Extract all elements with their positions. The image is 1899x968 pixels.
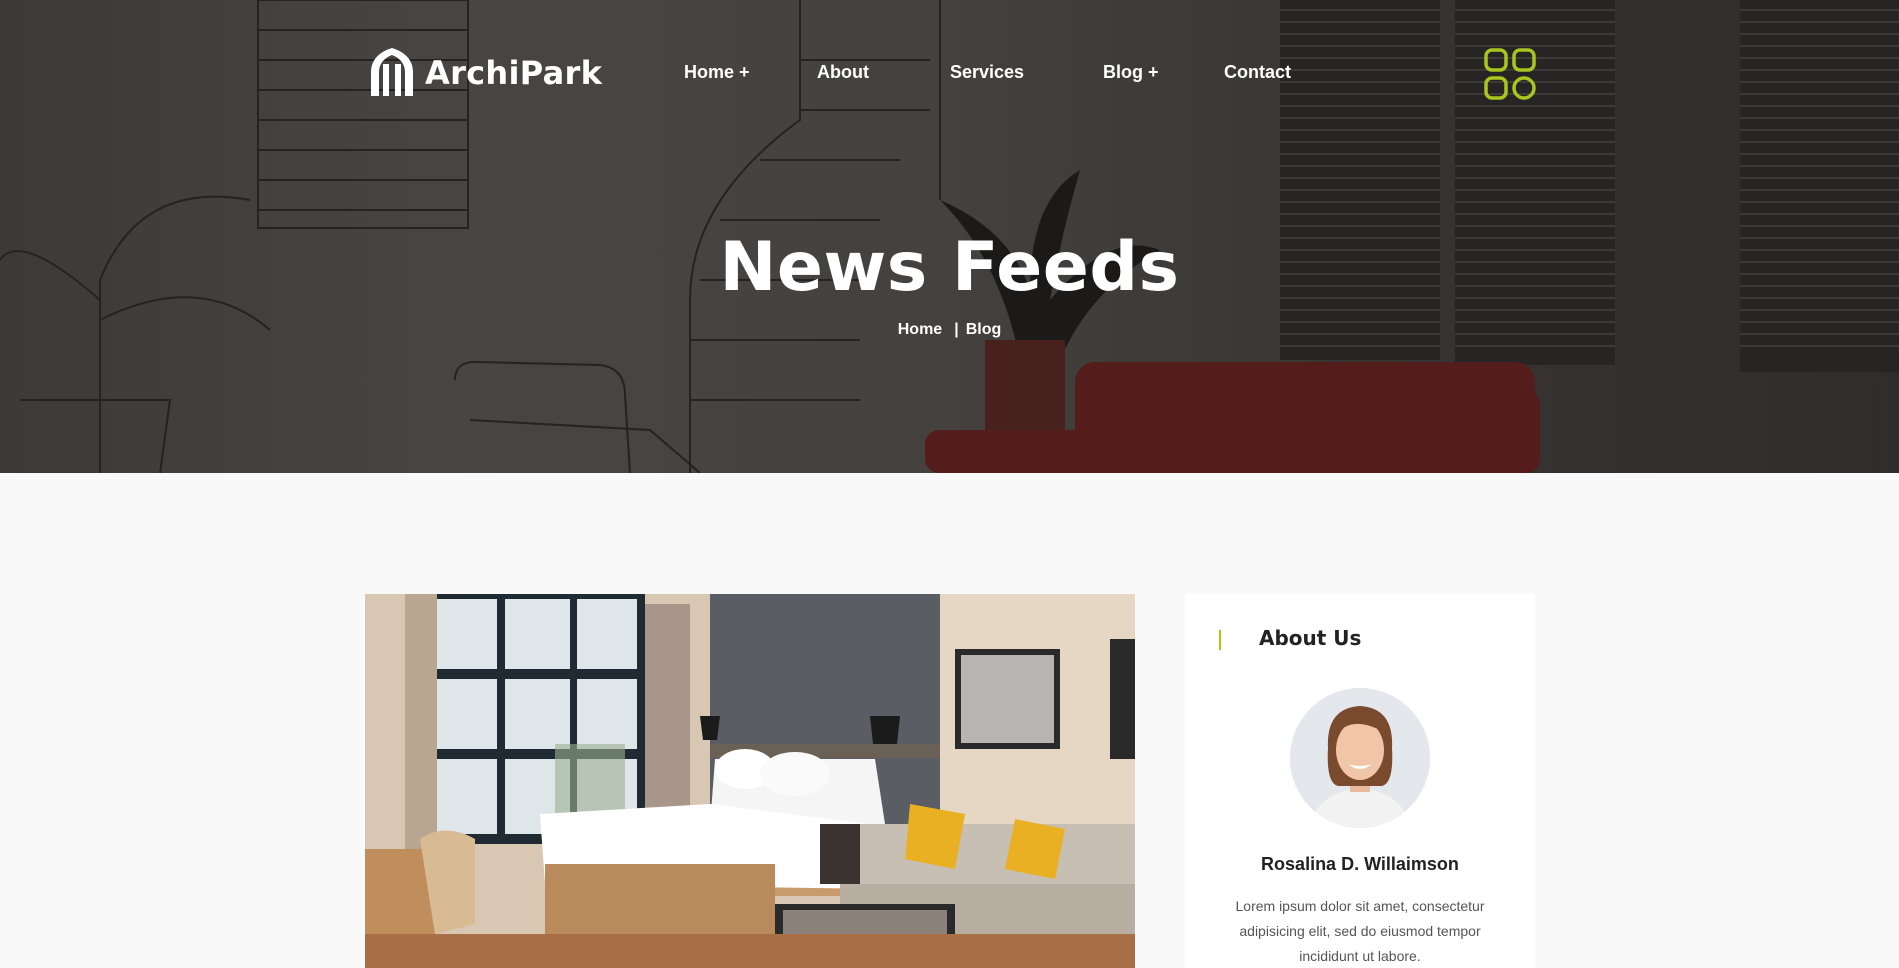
breadcrumb-separator: | bbox=[954, 321, 959, 338]
page-title: News Feeds bbox=[719, 228, 1180, 307]
widget-title-accent bbox=[1219, 630, 1221, 650]
about-us-widget: About Us Rosalina D. Willaimson Lorem ip… bbox=[1185, 594, 1535, 968]
nav-item-services[interactable]: Services bbox=[950, 62, 1024, 83]
grid-menu-icon[interactable] bbox=[1484, 48, 1536, 100]
nav-item-blog[interactable]: Blog + bbox=[1103, 62, 1159, 83]
nav-item-home[interactable]: Home + bbox=[684, 62, 750, 83]
author-avatar bbox=[1290, 688, 1430, 828]
hotel-room-photo bbox=[365, 594, 1135, 968]
page-hero: ArchiPark Home + About Services Blog + C… bbox=[0, 0, 1899, 473]
main-navigation: Home + About Services Blog + Contact bbox=[0, 62, 1899, 86]
widget-title: About Us bbox=[1259, 626, 1362, 650]
woman-portrait-avatar bbox=[1290, 688, 1430, 828]
post-featured-image[interactable] bbox=[365, 594, 1135, 968]
breadcrumb-current: Blog bbox=[965, 321, 1002, 338]
breadcrumb-home-link[interactable]: Home bbox=[898, 321, 942, 339]
breadcrumb: Home | Blog bbox=[0, 321, 1899, 339]
author-bio: Lorem ipsum dolor sit amet, consectetur … bbox=[1235, 898, 1485, 964]
nav-item-contact[interactable]: Contact bbox=[1224, 62, 1291, 83]
author-name: Rosalina D. Willaimson bbox=[1261, 854, 1459, 874]
nav-item-about[interactable]: About bbox=[817, 62, 869, 83]
